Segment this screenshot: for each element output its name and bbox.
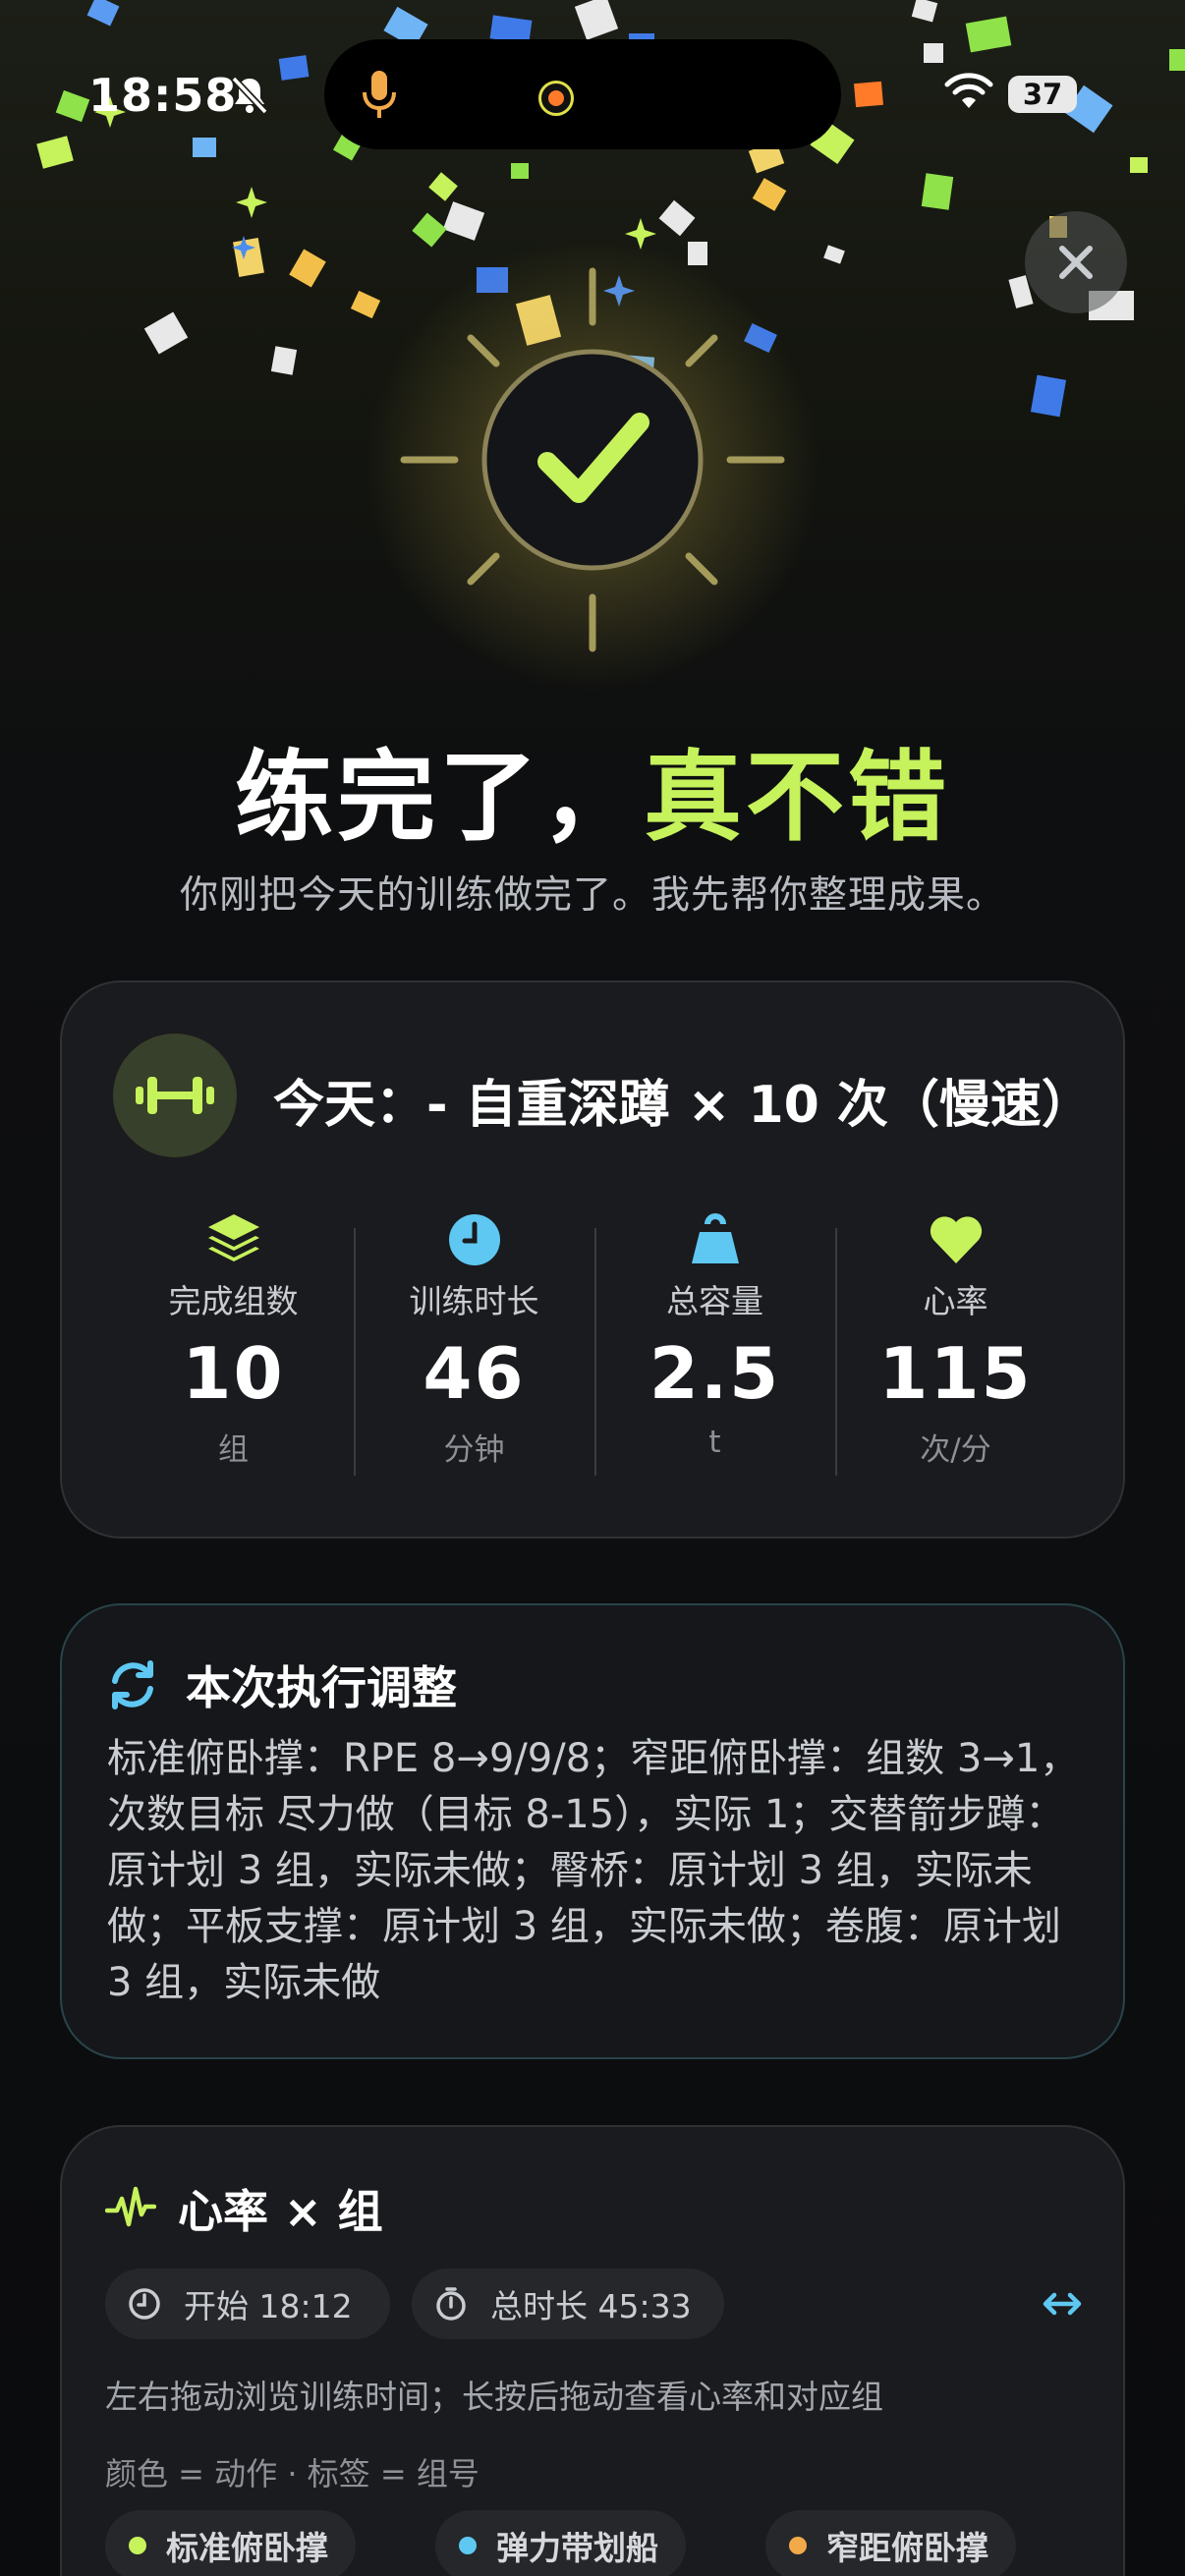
completion-headline: 练完了，真不错: [0, 717, 1185, 860]
stat-label: 总容量: [666, 1282, 763, 1320]
legend-label: 标准俯卧撑: [166, 2529, 328, 2567]
stat-value: 115: [878, 1332, 1033, 1415]
recording-indicator-icon: [538, 81, 574, 116]
execution-adjustment-card: 本次执行调整 标准俯卧撑：RPE 8→9/9/8；窄距俯卧撑：组数 3→1，次数…: [60, 1603, 1125, 2059]
stat-heart-rate: 心率 115 次/分: [835, 1206, 1076, 1482]
horizontal-scroll-icon[interactable]: [1041, 2284, 1084, 2324]
heart-rate-title: 心率 × 组: [178, 2185, 383, 2238]
dynamic-island: [324, 39, 841, 149]
kettlebell-icon: [691, 1213, 739, 1263]
battery-indicator: 37: [1008, 76, 1077, 113]
microphone-icon: [363, 71, 396, 118]
adjustment-body: 标准俯卧撑：RPE 8→9/9/8；窄距俯卧撑：组数 3→1，次数目标 尽力做（…: [107, 1736, 1080, 2005]
total-duration-chip: 总时长 45:33: [412, 2268, 724, 2339]
refresh-icon: [112, 1660, 153, 1709]
stat-label: 完成组数: [168, 1282, 299, 1320]
adjustment-title: 本次执行调整: [186, 1661, 457, 1714]
stat-unit: 分钟: [443, 1432, 505, 1468]
close-icon: [1059, 246, 1093, 279]
today-workout-title: 今天：- 自重深蹲 × 10 次（慢速）: [273, 1076, 1093, 1135]
checkmark-badge-icon: [400, 267, 785, 652]
stat-unit: t: [708, 1425, 721, 1460]
chart-hint: 左右拖动浏览训练时间；长按后拖动查看心率和对应组: [105, 2378, 883, 2416]
heart-icon: [930, 1216, 982, 1263]
clock-icon: [448, 1214, 500, 1265]
layers-icon: [207, 1214, 259, 1261]
heart-rate-sets-card: 心率 × 组 开始 18:12 总时长 45:33 左右拖动浏览训练时间；长按后…: [60, 2125, 1125, 2576]
stat-unit: 组: [218, 1432, 249, 1468]
start-time-chip: 开始 18:12: [105, 2268, 390, 2339]
headline-main: 练完了，: [235, 740, 644, 855]
stat-value: 2.5: [649, 1332, 781, 1415]
completion-subline: 你刚把今天的训练做完了。我先帮你整理成果。: [179, 873, 1005, 918]
stat-volume: 总容量 2.5 t: [594, 1206, 835, 1482]
legend-note: 颜色 = 动作 · 标签 = 组号: [105, 2455, 480, 2492]
stat-value: 46: [423, 1332, 526, 1415]
legend-dot: [789, 2537, 807, 2554]
dumbbell-icon: [136, 1077, 214, 1114]
stat-value: 10: [182, 1332, 285, 1415]
workout-complete-screen: 18:58 37 练完了，真不错 你刚把今天的训练做完了。我先帮你整理成果。 今…: [0, 0, 1185, 2576]
bell-muted-icon: [231, 76, 268, 115]
stat-duration: 训练时长 46 分钟: [354, 1206, 594, 1482]
legend-item[interactable]: 弹力带划船: [435, 2510, 686, 2576]
start-time-label: 开始 18:12: [184, 2287, 353, 2325]
pulse-icon: [105, 2186, 156, 2227]
stat-unit: 次/分: [920, 1432, 991, 1468]
stat-label: 心率: [923, 1282, 988, 1320]
headline-accent: 真不错: [644, 740, 950, 855]
clock-outline-icon: [129, 2288, 160, 2320]
legend-item[interactable]: 标准俯卧撑: [105, 2510, 356, 2576]
legend-item[interactable]: 窄距俯卧撑: [765, 2510, 1016, 2576]
legend-dot: [129, 2537, 146, 2554]
legend-label: 窄距俯卧撑: [826, 2529, 988, 2567]
stats-row: 完成组数 10 组 训练时长 46 分钟 总容量 2.5 t 心率 115 次/…: [113, 1206, 1076, 1482]
today-summary-card: 今天：- 自重深蹲 × 10 次（慢速） 完成组数 10 组 训练时长 46 分…: [60, 980, 1125, 1539]
stat-sets: 完成组数 10 组: [113, 1206, 354, 1482]
total-duration-label: 总时长 45:33: [490, 2287, 692, 2325]
dumbbell-icon-badge: [113, 1034, 237, 1157]
close-button[interactable]: [1025, 211, 1127, 313]
stopwatch-icon: [436, 2287, 466, 2321]
status-time: 18:58: [88, 69, 238, 122]
legend-dot: [459, 2537, 477, 2554]
legend-label: 弹力带划船: [496, 2529, 658, 2567]
stat-label: 训练时长: [409, 1282, 539, 1320]
wifi-icon: [944, 73, 993, 108]
